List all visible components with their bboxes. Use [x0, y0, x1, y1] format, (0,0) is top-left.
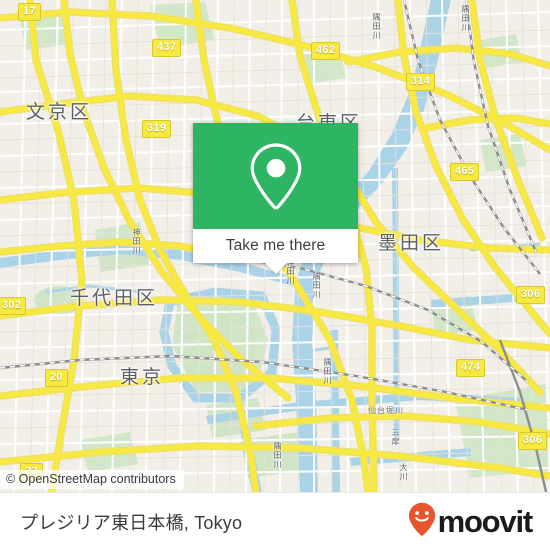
bottom-info-bar: プレジリア東日本橋, Tokyo moovit	[0, 492, 550, 550]
map-feature-label: 三扉	[391, 428, 400, 446]
place-title: プレジリア東日本橋, Tokyo	[20, 512, 243, 533]
map-feature-label: 神田川	[132, 228, 141, 255]
district-label: 文京区	[26, 102, 93, 123]
moovit-logo[interactable]: moovit	[408, 502, 534, 541]
moovit-pin-smile-icon	[408, 502, 436, 541]
map-pin-icon	[249, 142, 303, 210]
road-shield: 437	[152, 39, 182, 57]
district-label: 東京	[120, 367, 165, 388]
map-feature-label: 仙台堀川	[368, 406, 404, 415]
road-shield: 17	[18, 3, 41, 21]
road-shield: 306	[518, 432, 548, 450]
map-feature-label: 隅田川	[312, 272, 321, 299]
road-shield: 302	[0, 297, 27, 315]
road-shield: 306	[516, 286, 546, 304]
moovit-wordmark: moovit	[437, 504, 534, 539]
road-shield: 20	[45, 369, 68, 387]
map-feature-label: 隅田川	[372, 13, 381, 40]
map-canvas[interactable]: 174374623143194653023062047430622 文京区台東区…	[0, 0, 550, 492]
popup-pointer	[265, 263, 287, 274]
district-label: 千代田区	[70, 288, 159, 309]
popup-icon-area	[193, 123, 358, 229]
moovit-place-card-screenshot: 174374623143194653023062047430622 文京区台東区…	[0, 0, 550, 550]
map-feature-label: 隅田川	[323, 358, 332, 385]
road-shield: 314	[406, 73, 436, 91]
map-attribution[interactable]: © OpenStreetMap contributors	[0, 470, 184, 489]
road-shield: 465	[450, 163, 480, 181]
road-shield: 319	[142, 120, 172, 138]
take-me-there-button[interactable]: Take me there	[193, 229, 358, 263]
place-popup-card[interactable]: Take me there	[193, 123, 358, 274]
road-shield: 474	[456, 359, 486, 377]
map-feature-label: 隅田川	[273, 442, 282, 469]
road-shield: 462	[311, 42, 341, 60]
map-feature-label: 隅田川	[461, 5, 470, 32]
map-feature-label: 大川	[399, 463, 408, 481]
take-me-there-label: Take me there	[225, 237, 326, 254]
district-label: 墨田区	[378, 233, 445, 254]
